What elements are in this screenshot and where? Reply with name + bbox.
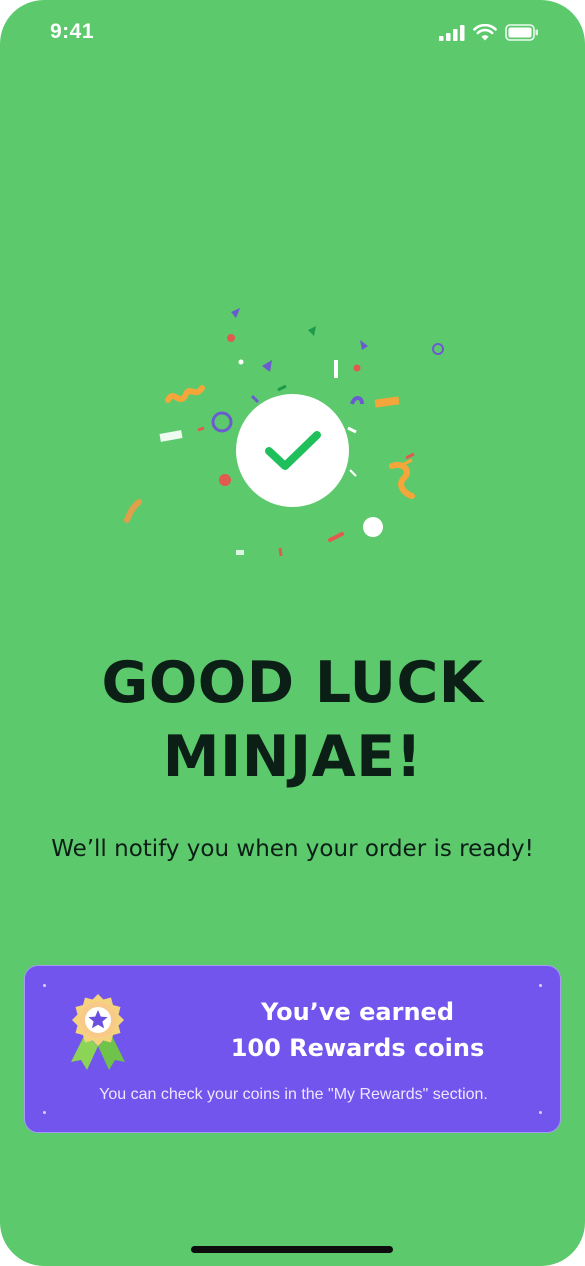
- battery-icon: [505, 24, 538, 41]
- card-corner-dot: [43, 1111, 46, 1114]
- home-indicator[interactable]: [191, 1246, 393, 1253]
- reward-card[interactable]: You’ve earned 100 Rewards coins You can …: [24, 965, 561, 1133]
- success-screen: 9:41 GOOD LUCK MINJAE! We’ll notify you …: [0, 0, 585, 1266]
- headline-line-1: GOOD LUCK: [101, 650, 484, 716]
- award-medal-icon: [71, 994, 125, 1070]
- checkmark-icon: [264, 430, 321, 470]
- cellular-signal-icon: [439, 24, 465, 41]
- reward-note: You can check your coins in the "My Rewa…: [99, 1086, 488, 1103]
- headline: GOOD LUCK MINJAE!: [0, 646, 585, 794]
- notification-message: We’ll notify you when your order is read…: [51, 836, 534, 862]
- card-corner-dot: [539, 984, 542, 987]
- reward-title-line-2: 100 Rewards coins: [230, 1034, 485, 1062]
- reward-title: You’ve earned 100 Rewards coins: [205, 994, 510, 1066]
- card-corner-dot: [43, 984, 46, 987]
- reward-title-line-1: You’ve earned: [261, 998, 454, 1026]
- status-icons: [439, 24, 539, 41]
- success-badge: [236, 394, 349, 507]
- headline-line-2: MINJAE!: [162, 724, 423, 790]
- status-time: 9:41: [50, 20, 95, 43]
- status-bar: 9:41: [0, 0, 585, 70]
- card-corner-dot: [539, 1111, 542, 1114]
- wifi-icon: [473, 24, 497, 41]
